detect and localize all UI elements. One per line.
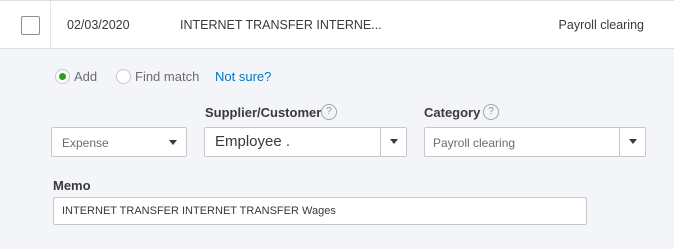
category-help-icon[interactable]: ? xyxy=(483,104,499,120)
chevron-down-icon xyxy=(629,139,637,144)
category-value: Payroll clearing xyxy=(433,136,516,150)
category-combobox[interactable]: Payroll clearing xyxy=(424,127,646,157)
supplier-dropdown-button[interactable] xyxy=(380,128,406,156)
add-radio-label[interactable]: Add xyxy=(74,69,97,84)
add-radio[interactable] xyxy=(55,69,70,84)
supplier-customer-value: Employee . xyxy=(215,133,291,150)
row-description: INTERNET TRANSFER INTERNE... xyxy=(180,18,382,32)
chevron-down-icon xyxy=(390,139,398,144)
chevron-down-icon xyxy=(169,140,177,145)
supplier-customer-label: Supplier/Customer xyxy=(205,105,322,120)
memo-input[interactable] xyxy=(53,197,587,225)
category-label: Category xyxy=(424,105,481,120)
find-match-radio[interactable] xyxy=(116,69,131,84)
not-sure-link[interactable]: Not sure? xyxy=(215,69,271,84)
supplier-help-icon[interactable]: ? xyxy=(321,104,337,120)
row-category: Payroll clearing xyxy=(558,18,644,32)
row-checkbox[interactable] xyxy=(21,16,40,35)
row-divider xyxy=(50,1,51,50)
transaction-type-value: Expense xyxy=(62,136,109,150)
row-date: 02/03/2020 xyxy=(67,18,130,32)
find-match-radio-label[interactable]: Find match xyxy=(135,69,199,84)
memo-label: Memo xyxy=(53,178,91,193)
supplier-customer-combobox[interactable]: Employee . xyxy=(204,127,407,157)
transaction-type-select[interactable]: Expense xyxy=(51,127,187,157)
category-dropdown-button[interactable] xyxy=(619,128,645,156)
transaction-row[interactable]: 02/03/2020 INTERNET TRANSFER INTERNE... … xyxy=(0,0,674,50)
